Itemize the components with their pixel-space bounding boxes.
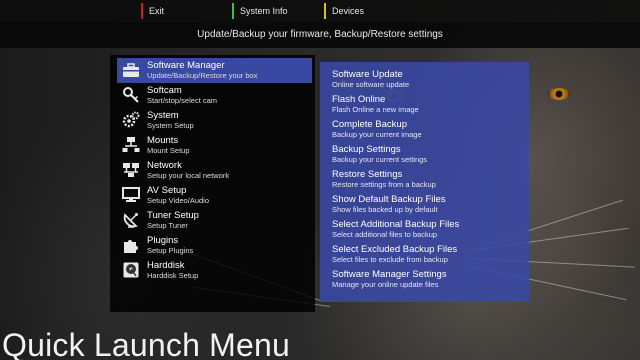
puzzle-icon — [122, 236, 140, 254]
submenu-item-title: Software Update — [332, 69, 403, 80]
menu-item-title: AV Setup — [147, 185, 187, 196]
page-title: Quick Launch Menu — [2, 327, 291, 360]
menu-item-title: Tuner Setup — [147, 210, 199, 221]
submenu-item-title: Restore Settings — [332, 169, 403, 180]
menu-item-title: Plugins — [147, 235, 179, 246]
menu-item-mounts[interactable]: Mounts Mount Setup — [117, 133, 312, 158]
submenu-panel: Software Update Online software update F… — [320, 62, 529, 302]
monitor-icon — [122, 186, 140, 204]
main-menu-panel: Software Manager Update/Backup/Restore y… — [110, 55, 315, 312]
menu-item-title: Harddisk — [147, 260, 185, 271]
red-button-label: Exit — [149, 6, 165, 16]
yellow-button-hint[interactable]: Devices — [324, 3, 364, 19]
network-computers-icon — [122, 161, 140, 179]
menu-item-softcam[interactable]: Softcam Start/stop/select cam — [117, 83, 312, 108]
menu-item-title: System — [147, 110, 179, 121]
submenu-item-title: Backup Settings — [332, 144, 401, 155]
submenu-item-title: Select Excluded Backup Files — [332, 244, 458, 255]
gears-icon — [122, 111, 140, 129]
submenu-item-select-additional-backup-files[interactable]: Select Additional Backup Files Select ad… — [332, 215, 527, 240]
submenu-item-title: Software Manager Settings — [332, 269, 447, 280]
color-button-bar: Exit System Info Devices — [0, 0, 640, 22]
submenu-item-title: Complete Backup — [332, 119, 407, 130]
green-button-hint[interactable]: System Info — [232, 3, 288, 19]
menu-item-subtitle: Setup Plugins — [147, 246, 194, 255]
menu-item-title: Mounts — [147, 135, 179, 146]
yellow-button-label: Devices — [332, 6, 365, 16]
menu-item-software-manager[interactable]: Software Manager Update/Backup/Restore y… — [117, 58, 312, 83]
toolbox-icon — [122, 61, 140, 79]
submenu-item-subtitle: Restore settings from a backup — [332, 180, 436, 189]
green-key-indicator — [232, 3, 234, 19]
submenu-item-select-excluded-backup-files[interactable]: Select Excluded Backup Files Select file… — [332, 240, 527, 265]
menu-item-subtitle: Update/Backup/Restore your box — [147, 71, 258, 80]
menu-description: Update/Backup your firmware, Backup/Rest… — [197, 29, 443, 40]
submenu-item-subtitle: Online software update — [332, 80, 410, 89]
menu-item-title: Software Manager — [147, 60, 225, 71]
submenu-item-subtitle: Show files backed up by default — [332, 205, 438, 214]
menu-item-harddisk[interactable]: Harddisk Harddisk Setup — [117, 258, 312, 283]
submenu-item-software-update[interactable]: Software Update Online software update — [332, 65, 527, 90]
menu-item-subtitle: Start/stop/select cam — [147, 96, 218, 105]
yellow-key-indicator — [324, 3, 326, 19]
menu-item-network[interactable]: Network Setup your local network — [117, 158, 312, 183]
menu-item-tuner-setup[interactable]: Tuner Setup Setup Tuner — [117, 208, 312, 233]
menu-item-av-setup[interactable]: AV Setup Setup Video/Audio — [117, 183, 312, 208]
submenu-item-show-default-backup-files[interactable]: Show Default Backup Files Show files bac… — [332, 190, 527, 215]
submenu-item-complete-backup[interactable]: Complete Backup Backup your current imag… — [332, 115, 527, 140]
submenu-item-subtitle: Select additional files to backup — [332, 230, 438, 239]
harddisk-icon — [122, 261, 140, 279]
menu-item-title: Network — [147, 160, 182, 171]
submenu-item-subtitle: Backup your current settings — [332, 155, 428, 164]
lion-eye-left — [548, 88, 570, 100]
menu-item-title: Softcam — [147, 85, 182, 96]
menu-description-bar: Update/Backup your firmware, Backup/Rest… — [0, 22, 640, 48]
submenu-item-subtitle: Backup your current image — [332, 130, 422, 139]
submenu-item-flash-online[interactable]: Flash Online Flash Online a new image — [332, 90, 527, 115]
key-icon — [122, 86, 140, 104]
network-tree-icon — [122, 136, 140, 154]
menu-item-subtitle: Harddisk Setup — [147, 271, 199, 280]
menu-item-subtitle: Setup Tuner — [147, 221, 188, 230]
menu-item-subtitle: Setup Video/Audio — [147, 196, 209, 205]
submenu-item-title: Show Default Backup Files — [332, 194, 446, 205]
menu-item-subtitle: Setup your local network — [147, 171, 230, 180]
red-button-hint[interactable]: Exit — [141, 3, 164, 19]
submenu-item-subtitle: Select files to exclude from backup — [332, 255, 448, 264]
submenu-item-title: Flash Online — [332, 94, 386, 105]
submenu-item-title: Select Additional Backup Files — [332, 219, 460, 230]
menu-item-subtitle: System Setup — [147, 121, 194, 130]
satellite-dish-icon — [122, 211, 140, 229]
green-button-label: System Info — [240, 6, 288, 16]
submenu-item-subtitle: Manage your online update files — [332, 280, 439, 289]
menu-item-system[interactable]: System System Setup — [117, 108, 312, 133]
red-key-indicator — [141, 3, 143, 19]
submenu-item-software-manager-settings[interactable]: Software Manager Settings Manage your on… — [332, 265, 527, 290]
menu-item-plugins[interactable]: Plugins Setup Plugins — [117, 233, 312, 258]
submenu-item-restore-settings[interactable]: Restore Settings Restore settings from a… — [332, 165, 527, 190]
menu-item-subtitle: Mount Setup — [147, 146, 190, 155]
submenu-item-backup-settings[interactable]: Backup Settings Backup your current sett… — [332, 140, 527, 165]
submenu-item-subtitle: Flash Online a new image — [332, 105, 419, 114]
